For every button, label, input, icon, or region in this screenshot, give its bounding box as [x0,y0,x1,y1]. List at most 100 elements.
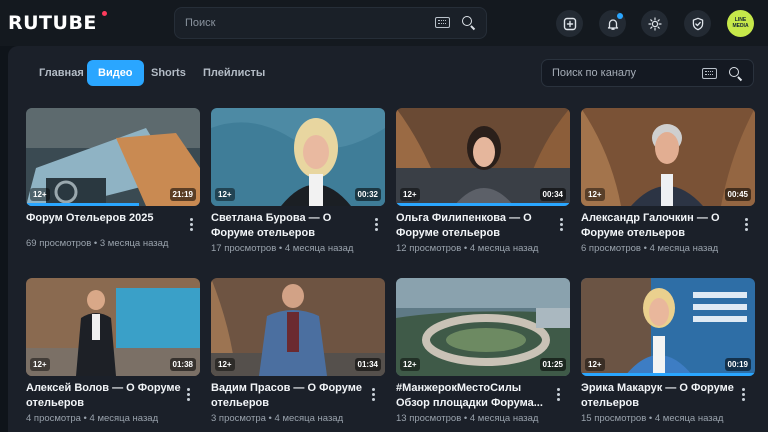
sun-icon [647,16,662,31]
video-thumbnail[interactable]: 12+ 00:45 [581,108,755,206]
notifications-button[interactable] [599,10,626,37]
publish-date: 4 месяца назад [654,413,724,424]
video-card[interactable]: 12+ 01:34 Вадим Прасов — О Форуме отелье… [211,278,385,432]
more-options-icon[interactable] [745,218,748,231]
duration-badge: 00:45 [724,188,751,201]
publish-date: 4 месяца назад [284,243,354,254]
duration-badge: 00:32 [354,188,381,201]
video-title[interactable]: Светлана Бурова — О Форуме отельеров [211,211,371,241]
keyboard-icon[interactable] [435,17,450,28]
video-thumbnail[interactable]: 12+ 01:38 [26,278,200,376]
view-count: 6 просмотров [581,243,641,254]
video-title[interactable]: Александр Галочкин — О Форуме отельеров [581,211,741,241]
view-count: 13 просмотров [396,413,462,424]
publish-date: 4 месяца назад [469,243,539,254]
top-header: RUTUBE LINE MEDIA [0,0,768,46]
more-options-icon[interactable] [742,388,745,401]
view-count: 12 просмотров [396,243,462,254]
search-icon[interactable] [462,16,476,30]
video-title[interactable]: Эрика Макарук — О Форуме отельеров [581,381,741,411]
plus-square-icon [563,17,576,30]
view-count: 4 просмотра [26,413,81,424]
video-title[interactable]: Форум Отельеров 2025 [26,211,186,226]
publish-date: 4 месяца назад [89,413,159,424]
user-avatar[interactable]: LINE MEDIA [727,10,754,37]
video-meta: 17 просмотров • 4 месяца назад [211,243,354,254]
more-options-icon[interactable] [557,388,560,401]
publish-date: 4 месяца назад [274,413,344,424]
duration-badge: 01:38 [169,358,196,371]
publish-date: 4 месяца назад [469,413,539,424]
video-title[interactable]: Ольга Филипенкова — О Форуме отельеров [396,211,556,241]
channel-search [541,59,754,87]
age-rating-badge: 12+ [30,358,50,371]
video-card[interactable]: 12+ 01:38 Алексей Волов — О Форуме отель… [26,278,200,432]
video-meta: 3 просмотра • 4 месяца назад [211,413,344,424]
shield-check-icon [692,17,703,30]
publish-date: 3 месяца назад [99,238,169,249]
age-rating-badge: 12+ [585,188,605,201]
view-count: 69 просмотров [26,238,92,249]
video-thumbnail[interactable]: 12+ 01:25 [396,278,570,376]
duration-badge: 01:25 [539,358,566,371]
view-count: 17 просмотров [211,243,277,254]
theme-button[interactable] [641,10,668,37]
video-thumbnail[interactable]: 12+ 00:32 [211,108,385,206]
video-title[interactable]: #МанжерокМестоСилы Обзор площадки Форума… [396,381,556,411]
video-meta: 15 просмотров • 4 месяца назад [581,413,724,424]
video-meta: 4 просмотра • 4 месяца назад [26,413,159,424]
tab-shorts[interactable]: Shorts [140,60,197,86]
video-card[interactable]: 12+ 01:25 #МанжерокМестоСилы Обзор площа… [396,278,570,432]
video-card[interactable]: 12+ 21:19 Форум Отельеров 2025 69 просмо… [26,108,200,264]
keyboard-icon[interactable] [702,68,717,79]
duration-badge: 21:19 [169,188,196,201]
video-thumbnail[interactable]: 12+ 00:34 [396,108,570,206]
channel-search-input[interactable] [552,60,702,86]
video-thumbnail[interactable]: 12+ 00:19 [581,278,755,376]
notification-badge [617,13,623,19]
video-card[interactable]: 12+ 00:34 Ольга Филипенкова — О Форуме о… [396,108,570,264]
age-rating-badge: 12+ [30,188,50,201]
protection-button[interactable] [684,10,711,37]
bell-icon [607,18,618,30]
duration-badge: 01:34 [354,358,381,371]
view-count: 3 просмотра [211,413,266,424]
more-options-icon[interactable] [372,388,375,401]
age-rating-badge: 12+ [215,358,235,371]
logo-dot-icon [102,11,107,16]
more-options-icon[interactable] [187,388,190,401]
tab-playlists[interactable]: Плейлисты [192,60,276,86]
video-thumbnail[interactable]: 12+ 21:19 [26,108,200,206]
duration-badge: 00:19 [724,358,751,371]
video-title[interactable]: Алексей Волов — О Форуме отельеров [26,381,186,411]
video-card[interactable]: 12+ 00:32 Светлана Бурова — О Форуме оте… [211,108,385,264]
more-options-icon[interactable] [190,218,193,231]
video-title[interactable]: Вадим Прасов — О Форуме отельеров [211,381,371,411]
upload-button[interactable] [556,10,583,37]
watch-progress-bar [26,203,140,206]
age-rating-badge: 12+ [585,358,605,371]
more-options-icon[interactable] [560,218,563,231]
video-card[interactable]: 12+ 00:19 Эрика Макарук — О Форуме отель… [581,278,755,432]
watch-progress-bar [581,373,755,376]
video-meta: 69 просмотров • 3 месяца назад [26,238,169,249]
video-thumbnail[interactable]: 12+ 01:34 [211,278,385,376]
tab-videos[interactable]: Видео [87,60,144,86]
video-card[interactable]: 12+ 00:45 Александр Галочкин — О Форуме … [581,108,755,264]
age-rating-badge: 12+ [215,188,235,201]
age-rating-badge: 12+ [400,188,420,201]
search-input[interactable] [185,8,425,38]
rutube-logo[interactable]: RUTUBE [8,12,97,34]
search-icon[interactable] [729,67,743,81]
video-meta: 12 просмотров • 4 месяца назад [396,243,539,254]
publish-date: 4 месяца назад [649,243,719,254]
global-search [174,7,487,39]
video-meta: 13 просмотров • 4 месяца назад [396,413,539,424]
duration-badge: 00:34 [539,188,566,201]
view-count: 15 просмотров [581,413,647,424]
video-meta: 6 просмотров • 4 месяца назад [581,243,719,254]
more-options-icon[interactable] [375,218,378,231]
watch-progress-bar [396,203,570,206]
age-rating-badge: 12+ [400,358,420,371]
tab-home[interactable]: Главная [28,60,95,86]
